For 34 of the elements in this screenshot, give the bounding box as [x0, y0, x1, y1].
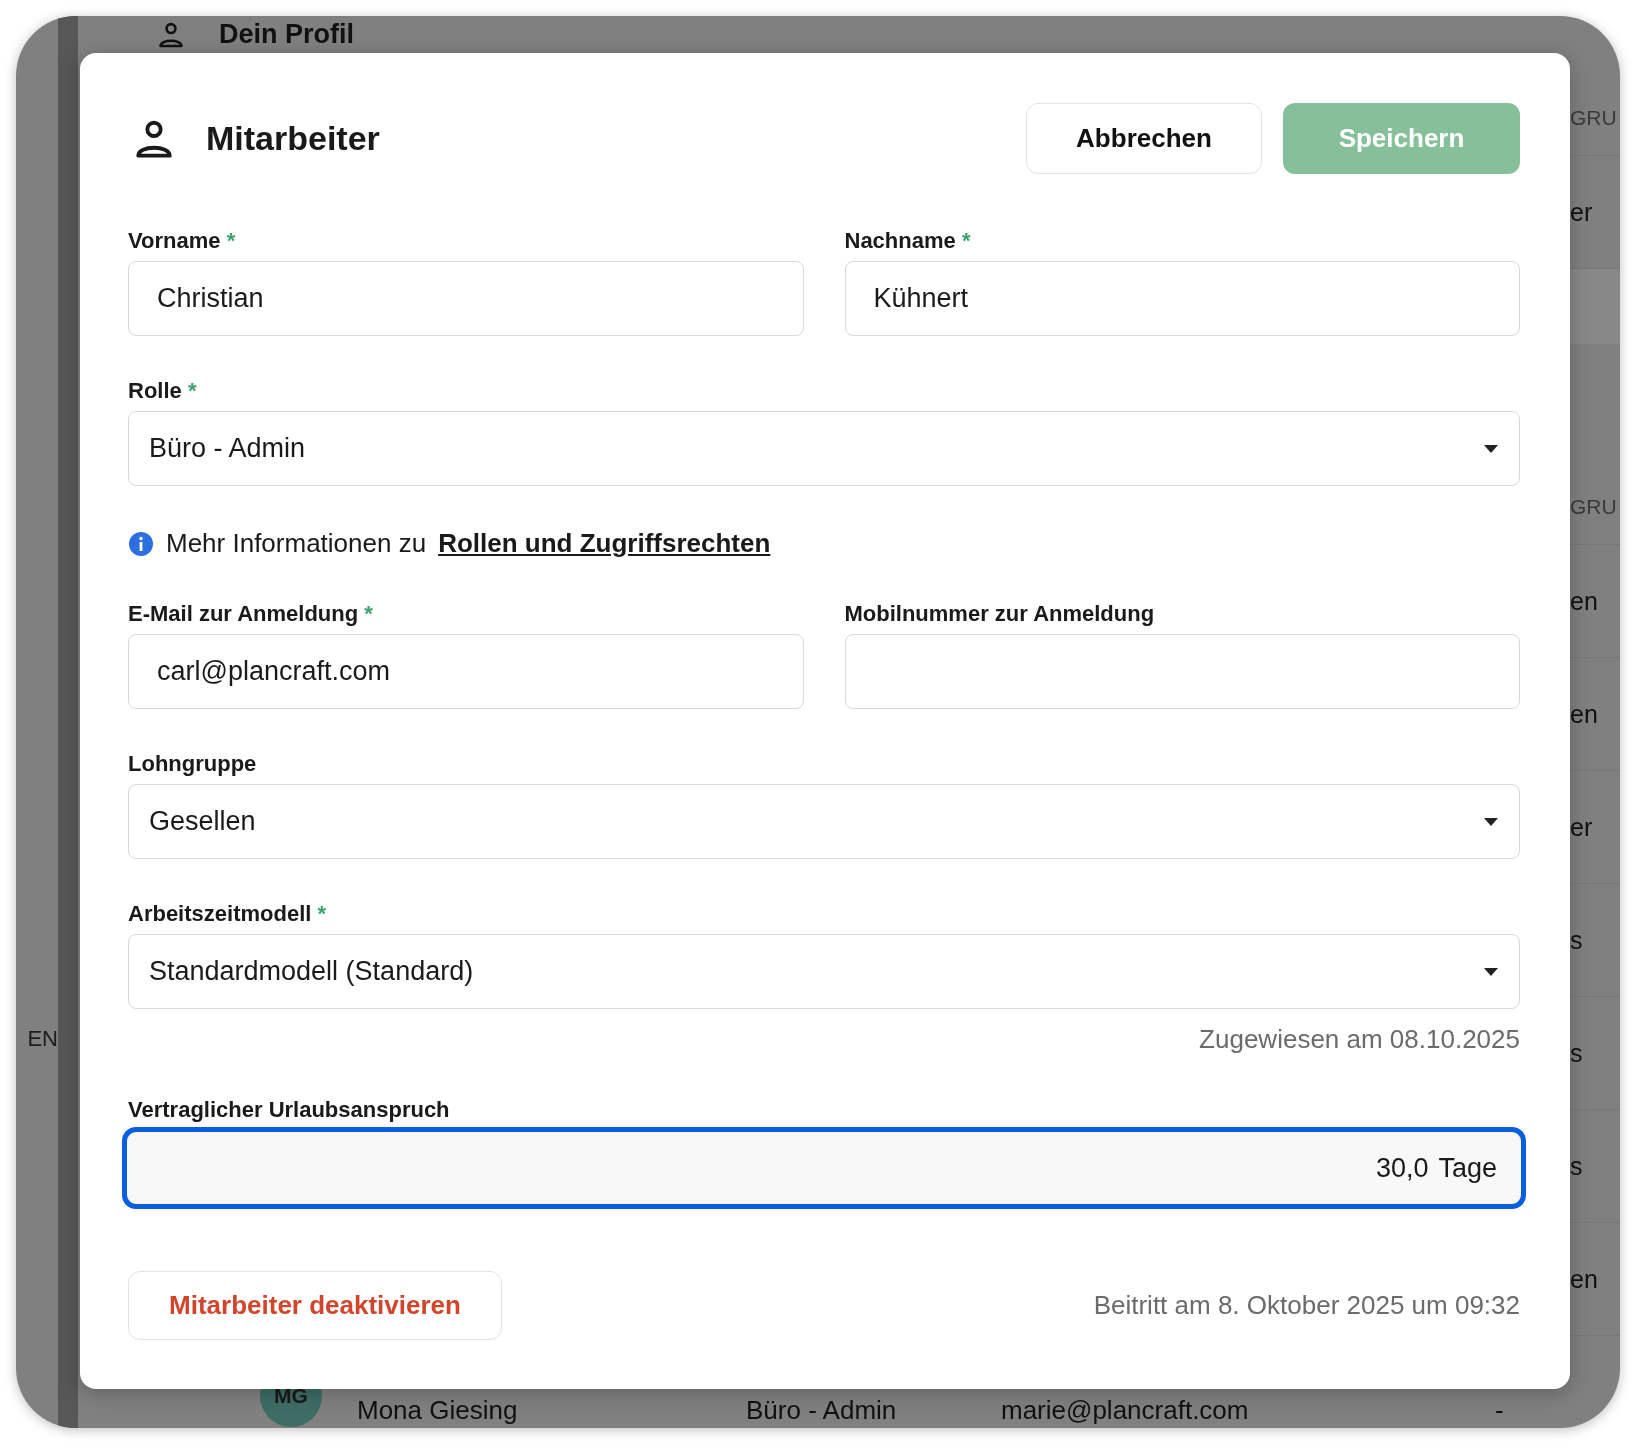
caret-icon — [1483, 966, 1499, 977]
field-label: Rolle * — [128, 378, 198, 404]
table-cell-text: Büro - Admin — [746, 1395, 898, 1426]
text-field[interactable]: carl@plancraft.com — [128, 634, 804, 709]
info-icon — [128, 530, 154, 557]
caret-icon — [1483, 816, 1499, 827]
table-cell-text: Mona Giesing — [357, 1395, 519, 1426]
cancel-button[interactable]: Abbrechen — [1026, 103, 1262, 174]
select-field[interactable]: Standardmodell (Standard) — [128, 934, 1520, 1009]
number-field[interactable]: 30,0 Tage — [122, 1127, 1526, 1209]
joined-text: Beitritt am 8. Oktober 2025 um 09:32 — [1093, 1290, 1520, 1321]
assigned-note: Zugewiesen am 08.10.2025 — [1199, 1024, 1520, 1055]
select-field[interactable]: Gesellen — [128, 784, 1520, 859]
profile-link[interactable]: Dein Profil — [219, 19, 354, 50]
field-label: Nachname * — [844, 228, 972, 254]
table-cell-text: marie@plancraft.com — [1001, 1395, 1250, 1426]
text-field[interactable]: Christian — [128, 261, 804, 336]
field-label: Arbeitszeitmodell * — [128, 901, 328, 927]
field-label: E-Mail zur Anmeldung * — [128, 601, 374, 627]
caret-icon — [1483, 443, 1499, 454]
field-label: Vorname * — [128, 228, 237, 254]
roles-link[interactable]: Rollen und Zugriffsrechten — [438, 528, 771, 559]
field-label: Mobilnummer zur Anmeldung — [844, 601, 1156, 627]
dialog-title: Mitarbeiter — [206, 119, 381, 158]
table-cell: - — [1495, 1395, 1504, 1426]
person-icon — [157, 20, 185, 49]
text-field[interactable]: Kühnert — [844, 261, 1520, 336]
select-field[interactable]: Büro - Admin — [128, 411, 1520, 486]
deactivate-button[interactable]: Mitarbeiter deaktivieren — [128, 1271, 502, 1340]
field-label: Lohngruppe — [128, 751, 258, 777]
text-field[interactable] — [844, 634, 1520, 709]
field-label: Vertraglicher Urlaubsanspruch — [128, 1097, 451, 1123]
info-text: Mehr Informationen zu — [166, 528, 427, 559]
side-label: EN — [27, 1026, 58, 1052]
